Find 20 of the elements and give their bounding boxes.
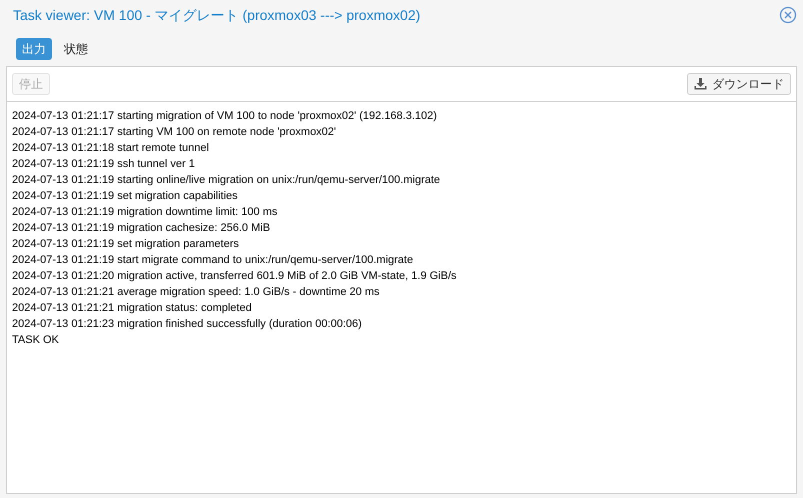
log-line: 2024-07-13 01:21:19 ssh tunnel ver 1 bbox=[12, 157, 196, 172]
tab[interactable]: 状態 bbox=[58, 38, 94, 60]
log-line: 2024-07-13 01:21:20 migration active, transferred 601.9 MiB of 2.0 GiB VM-state, 1.9 GiB/s bbox=[12, 269, 458, 284]
download-button[interactable]: ダウンロード bbox=[687, 73, 791, 95]
log-line: 2024-07-13 01:21:18 start remote tunnel bbox=[12, 141, 210, 156]
log-line: 2024-07-13 01:21:23 migration finished successfully (duration 00:00:06) bbox=[12, 317, 363, 332]
log-line: 2024-07-13 01:21:21 migration status: completed bbox=[12, 301, 253, 316]
log-line: 2024-07-13 01:21:21 average migration speed: 1.0 GiB/s - downtime 20 ms bbox=[12, 285, 380, 300]
log-line: TASK OK bbox=[12, 333, 60, 348]
log-line: 2024-07-13 01:21:19 starting online/live migration on unix:/run/qemu-server/100.migrate bbox=[12, 173, 442, 188]
log-line: 2024-07-13 01:21:19 set migration parameters bbox=[12, 237, 240, 252]
close-icon[interactable] bbox=[779, 6, 797, 24]
log-line: 2024-07-13 01:21:19 migration cachesize: 256.0 MiB bbox=[12, 221, 272, 236]
log-line: 2024-07-13 01:21:19 set migration capabilities bbox=[12, 189, 239, 204]
download-icon bbox=[694, 78, 707, 90]
log-line: 2024-07-13 01:21:17 starting migration of VM 100 to node 'proxmox02' (192.168.3.102) bbox=[12, 109, 438, 124]
log-line: 2024-07-13 01:21:19 start migrate command to unix:/run/qemu-server/100.migrate bbox=[12, 253, 414, 268]
log-line: 2024-07-13 01:21:17 starting VM 100 on remote node 'proxmox02' bbox=[12, 125, 338, 140]
log-line: 2024-07-13 01:21:19 migration downtime limit: 100 ms bbox=[12, 205, 278, 220]
window-title: Task viewer: VM 100 - マイグレート (proxmox03 ---> proxmox02) bbox=[13, 6, 420, 25]
